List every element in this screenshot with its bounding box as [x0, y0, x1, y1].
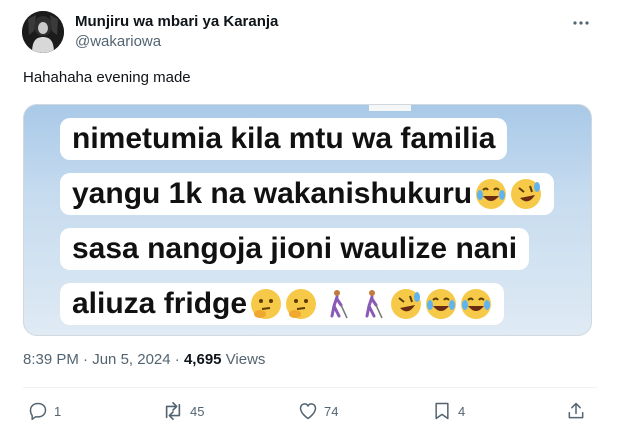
thinking-face-icon — [285, 288, 317, 320]
rofl-icon — [390, 288, 422, 320]
tweet-media-image[interactable]: nimetumia kila mtu wa familia yangu 1k n… — [23, 104, 592, 336]
more-options-button[interactable] — [568, 10, 594, 34]
media-top-marker — [369, 105, 411, 111]
bookmark-icon — [432, 401, 452, 421]
tweet: Munjiru wa mbari ya Karanja @wakariowa H… — [0, 0, 620, 435]
caption-text: nimetumia kila mtu wa familia — [72, 122, 496, 155]
caption-text: yangu 1k na wakanishukuru — [72, 177, 473, 210]
caption-line: aliuza fridge — [60, 283, 505, 325]
more-icon — [572, 13, 590, 31]
display-name[interactable]: Munjiru wa mbari ya Karanja — [75, 13, 278, 30]
user-handle[interactable]: @wakariowa — [75, 33, 161, 50]
caption-text: sasa nangoja jioni waulize nani — [72, 232, 518, 265]
tweet-date[interactable]: Jun 5, 2024 — [92, 351, 170, 368]
caption-text: aliuza fridge — [72, 287, 248, 320]
tweet-meta: 8:39 PM · Jun 5, 2024 · 4,695 Views — [23, 351, 265, 368]
tears-of-joy-icon — [425, 288, 457, 320]
bookmark-button[interactable]: 4 — [432, 398, 465, 424]
bookmark-count: 4 — [458, 403, 466, 419]
reply-count: 1 — [54, 403, 62, 419]
views-count[interactable]: 4,695 — [184, 351, 222, 368]
thinking-face-icon — [250, 288, 282, 320]
rofl-icon — [510, 178, 542, 210]
share-button[interactable] — [566, 398, 586, 424]
caption-line: yangu 1k na wakanishukuru — [60, 173, 555, 215]
action-bar: 1 45 74 4 — [0, 398, 620, 428]
tears-of-joy-icon — [460, 288, 492, 320]
tweet-time[interactable]: 8:39 PM — [23, 351, 79, 368]
person-with-white-cane-icon — [355, 288, 387, 320]
person-with-white-cane-icon — [320, 288, 352, 320]
repost-button[interactable]: 45 — [162, 398, 204, 424]
tears-of-joy-icon — [475, 178, 507, 210]
caption-line: nimetumia kila mtu wa familia — [60, 118, 508, 160]
divider — [23, 387, 597, 388]
reply-icon — [28, 401, 48, 421]
repost-icon — [162, 401, 184, 421]
like-button[interactable]: 74 — [298, 398, 338, 424]
like-count: 74 — [324, 403, 339, 419]
repost-count: 45 — [190, 403, 205, 419]
caption-line: sasa nangoja jioni waulize nani — [60, 228, 530, 270]
reply-button[interactable]: 1 — [28, 398, 61, 424]
meta-separator: · — [174, 351, 180, 368]
views-label: Views — [225, 351, 266, 368]
heart-icon — [298, 401, 318, 421]
avatar[interactable] — [22, 11, 64, 53]
tweet-text: Hahahaha evening made — [23, 69, 191, 86]
share-icon — [566, 401, 586, 421]
meta-separator: · — [83, 351, 89, 368]
